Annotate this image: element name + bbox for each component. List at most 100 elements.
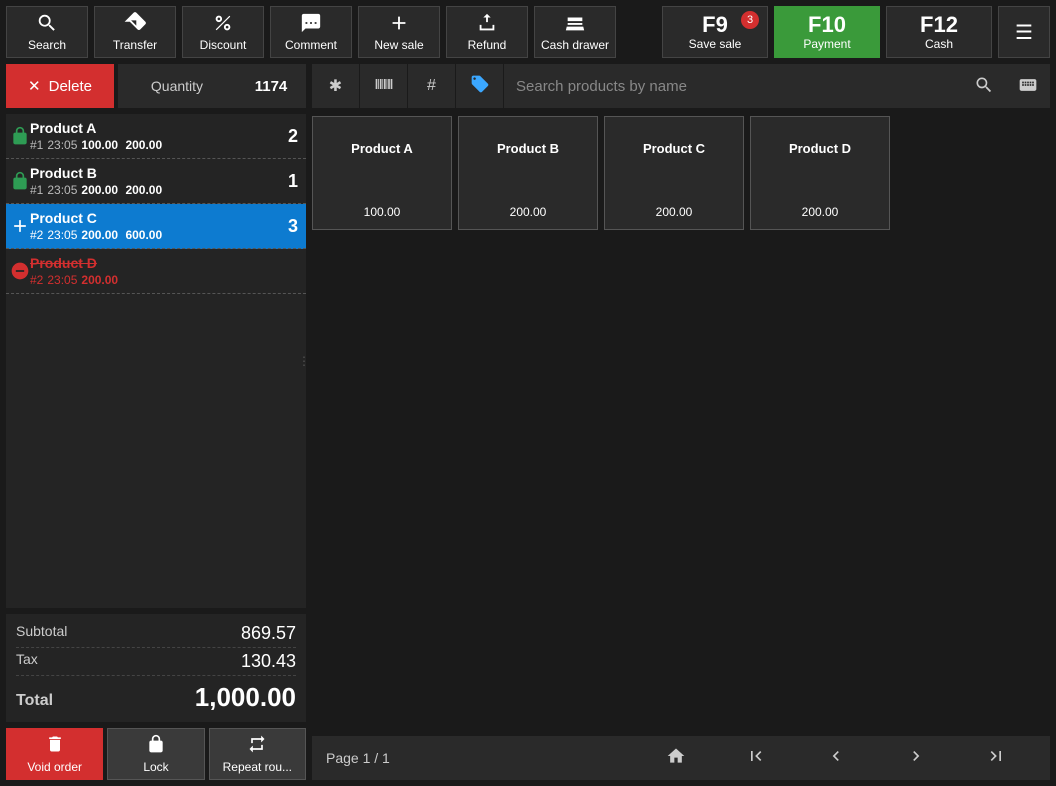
save-sale-badge: 3 xyxy=(741,11,759,29)
prev-page-button[interactable] xyxy=(796,746,876,771)
refund-button[interactable]: Refund xyxy=(446,6,528,58)
trash-icon xyxy=(45,734,65,758)
search-row: ✱ # xyxy=(312,64,1050,108)
transfer-button[interactable]: Transfer xyxy=(94,6,176,58)
order-panel: ✕ Delete Quantity 1174 Product A #123:051… xyxy=(6,64,306,780)
chevron-left-icon xyxy=(826,746,846,771)
filter-number-button[interactable]: # xyxy=(408,64,456,108)
barcode-icon xyxy=(374,74,394,99)
filter-barcode-button[interactable] xyxy=(360,64,408,108)
line-item-details: #223:05200.00 xyxy=(30,273,274,287)
product-name: Product B xyxy=(497,141,559,156)
quantity-value: 1174 xyxy=(236,78,306,95)
product-card[interactable]: Product C 200.00 xyxy=(604,116,744,230)
order-line-item[interactable]: Product C #223:05200.00 600.003 xyxy=(6,204,306,249)
percent-icon xyxy=(212,12,234,34)
page-label: Page 1 / 1 xyxy=(326,750,636,766)
search-icon xyxy=(36,12,58,34)
repeat-icon xyxy=(247,734,267,758)
filter-tag-button[interactable] xyxy=(456,64,504,108)
product-name: Product A xyxy=(351,141,413,156)
resize-grip[interactable]: ⋮ xyxy=(298,354,309,368)
quantity-label: Quantity xyxy=(118,78,236,94)
asterisk-icon: ✱ xyxy=(329,76,342,96)
discount-button[interactable]: Discount xyxy=(182,6,264,58)
subtotal-label: Subtotal xyxy=(16,623,67,644)
order-line-item[interactable]: Product D #223:05200.00 xyxy=(6,249,306,294)
refund-icon xyxy=(476,12,498,34)
pager: Page 1 / 1 xyxy=(312,736,1050,780)
order-list: Product A#123:05100.00 200.002Product B#… xyxy=(6,114,306,608)
menu-icon: ☰ xyxy=(1015,20,1033,45)
product-card[interactable]: Product A 100.00 xyxy=(312,116,452,230)
lock-icon xyxy=(146,734,166,758)
lock-icon xyxy=(10,120,30,152)
home-button[interactable] xyxy=(636,746,716,771)
line-item-name: Product C xyxy=(30,210,274,226)
total-value: 1,000.00 xyxy=(195,682,296,713)
subtotal-value: 869.57 xyxy=(241,623,296,644)
order-line-item[interactable]: Product B#123:05200.00 200.001 xyxy=(6,159,306,204)
line-item-details: #123:05200.00 200.00 xyxy=(30,183,274,197)
last-page-button[interactable] xyxy=(956,746,1036,771)
payment-button[interactable]: F10 Payment xyxy=(774,6,880,58)
drawer-icon xyxy=(564,12,586,34)
product-price: 100.00 xyxy=(364,205,401,219)
comment-button[interactable]: Comment xyxy=(270,6,352,58)
hash-icon: # xyxy=(427,77,436,95)
next-page-button[interactable] xyxy=(876,746,956,771)
line-item-details: #123:05100.00 200.00 xyxy=(30,138,274,152)
product-search-input[interactable] xyxy=(504,64,962,108)
search-button[interactable]: Search xyxy=(6,6,88,58)
save-sale-button[interactable]: F9 Save sale 3 xyxy=(662,6,768,58)
tax-label: Tax xyxy=(16,651,38,672)
search-icon xyxy=(974,75,994,98)
home-icon xyxy=(666,746,686,771)
first-page-button[interactable] xyxy=(716,746,796,771)
lock-button[interactable]: Lock xyxy=(107,728,204,780)
menu-button[interactable]: ☰ xyxy=(998,6,1050,58)
plus-icon xyxy=(388,12,410,34)
minus-circle-icon xyxy=(10,255,30,287)
product-name: Product D xyxy=(789,141,851,156)
plus-icon xyxy=(10,210,30,242)
product-price: 200.00 xyxy=(510,205,547,219)
top-toolbar: Search Transfer Discount Comment New sal… xyxy=(0,0,1056,64)
product-card[interactable]: Product B 200.00 xyxy=(458,116,598,230)
line-item-name: Product A xyxy=(30,120,274,136)
product-price: 200.00 xyxy=(802,205,839,219)
cash-drawer-button[interactable]: Cash drawer xyxy=(534,6,616,58)
line-item-qty: 3 xyxy=(274,210,298,242)
total-label: Total xyxy=(16,692,53,713)
lock-icon xyxy=(10,165,30,197)
filter-all-button[interactable]: ✱ xyxy=(312,64,360,108)
tax-value: 130.43 xyxy=(241,651,296,672)
product-grid: Product A 100.00 Product B 200.00 Product C 2… xyxy=(312,108,1050,736)
product-card[interactable]: Product D 200.00 xyxy=(750,116,890,230)
keyboard-button[interactable] xyxy=(1006,64,1050,108)
repeat-round-button[interactable]: Repeat rou... xyxy=(209,728,306,780)
first-page-icon xyxy=(746,746,766,771)
order-line-item[interactable]: Product A#123:05100.00 200.002 xyxy=(6,114,306,159)
new-sale-button[interactable]: New sale xyxy=(358,6,440,58)
quantity-box[interactable]: Quantity 1174 xyxy=(118,64,306,108)
line-item-qty: 1 xyxy=(274,165,298,197)
transfer-icon xyxy=(124,12,146,34)
line-item-details: #223:05200.00 600.00 xyxy=(30,228,274,242)
line-item-qty xyxy=(274,255,298,287)
keyboard-icon xyxy=(1018,75,1038,98)
totals: Subtotal 869.57 Tax 130.43 Total 1,000.0… xyxy=(6,614,306,722)
comment-icon xyxy=(300,12,322,34)
product-name: Product C xyxy=(643,141,705,156)
line-item-name: Product D xyxy=(30,255,274,271)
cash-button[interactable]: F12 Cash xyxy=(886,6,992,58)
delete-button[interactable]: ✕ Delete xyxy=(6,64,114,108)
search-submit-button[interactable] xyxy=(962,64,1006,108)
tag-icon xyxy=(470,74,490,99)
last-page-icon xyxy=(986,746,1006,771)
void-order-button[interactable]: Void order xyxy=(6,728,103,780)
product-price: 200.00 xyxy=(656,205,693,219)
chevron-right-icon xyxy=(906,746,926,771)
close-icon: ✕ xyxy=(28,77,41,95)
product-panel: ✱ # Product A100.00Product B200.00Produc… xyxy=(312,64,1050,780)
